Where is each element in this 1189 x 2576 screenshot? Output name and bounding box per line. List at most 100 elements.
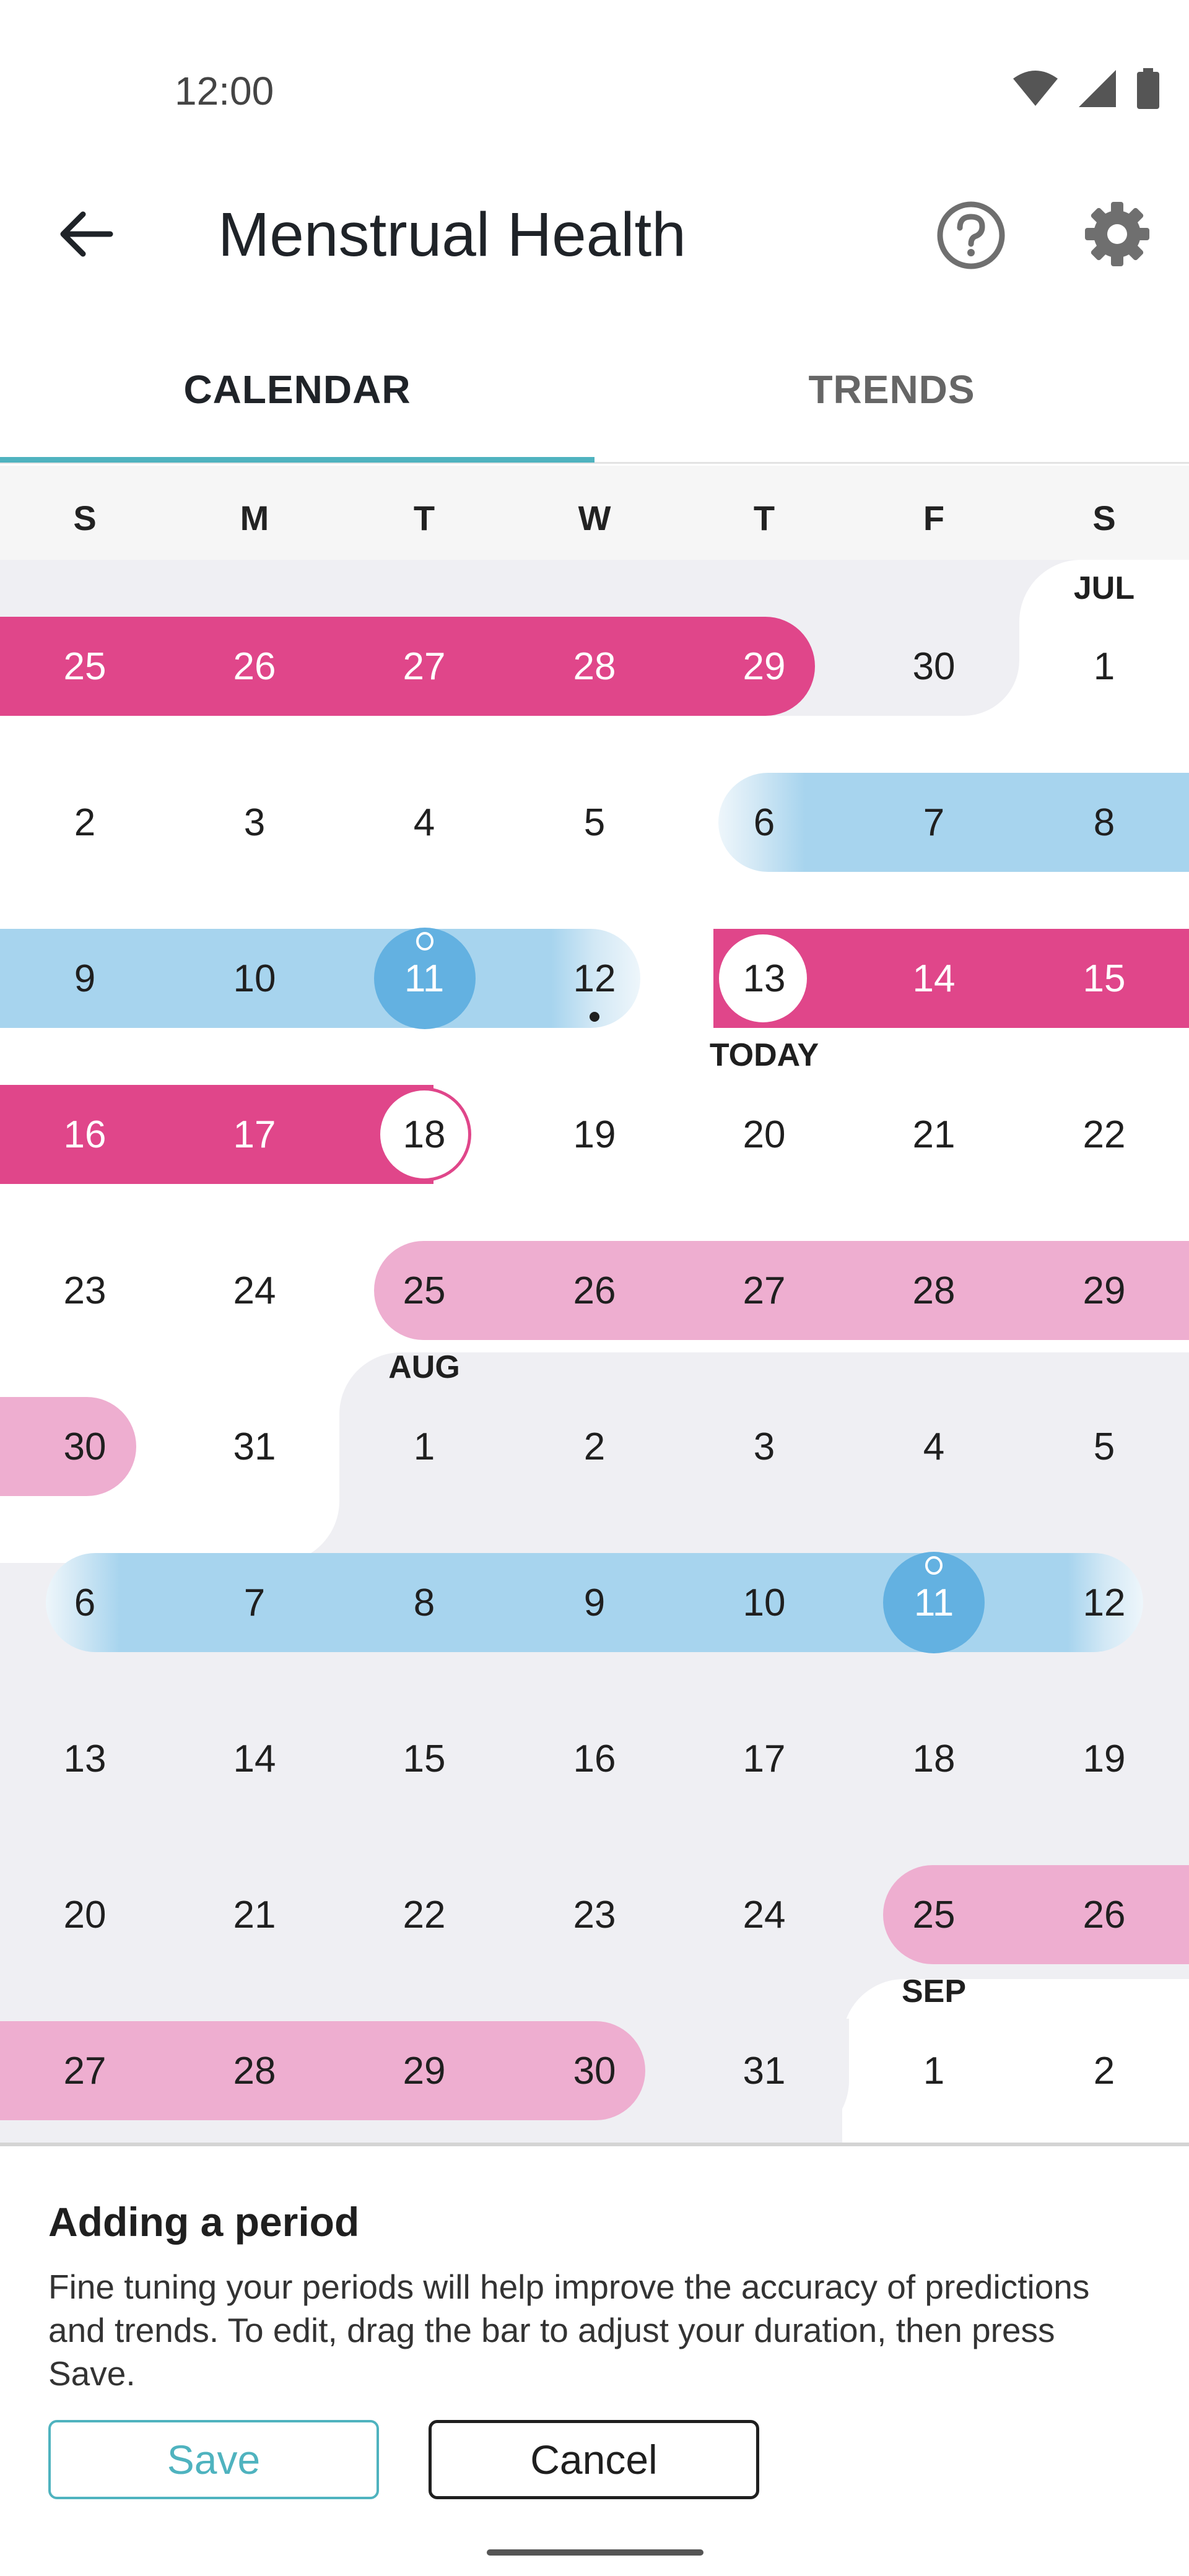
cancel-button[interactable]: Cancel <box>429 2420 759 2499</box>
day-cell[interactable]: 9 <box>0 929 170 1028</box>
day-cell[interactable]: 28 <box>510 617 679 716</box>
day-cell[interactable]: 12 <box>1019 1553 1189 1652</box>
day-cell[interactable]: 26 <box>1019 1865 1189 1964</box>
day-cell[interactable]: 4 <box>339 773 509 872</box>
day-cell[interactable]: 31 <box>170 1397 339 1496</box>
day-cell[interactable]: 13 <box>0 1709 170 1808</box>
day-cell[interactable]: 9 <box>510 1553 679 1652</box>
day-cell[interactable]: 27 <box>0 2021 170 2120</box>
day-cell[interactable]: 14 <box>849 929 1019 1028</box>
day-cell[interactable]: 30 <box>849 617 1019 716</box>
tab-indicator <box>0 457 594 463</box>
day-cell[interactable]: 22 <box>1019 1085 1189 1184</box>
month-label-jul: JUL <box>1073 570 1135 606</box>
day-cell[interactable]: 28 <box>849 1241 1019 1340</box>
day-cell[interactable]: 25 <box>0 617 170 716</box>
weekday-label: T <box>413 498 435 537</box>
today-label: TODAY <box>709 1037 819 1073</box>
tab-calendar[interactable]: CALENDAR <box>0 367 594 412</box>
home-indicator[interactable] <box>487 2549 703 2556</box>
day-cell[interactable]: 26 <box>170 617 339 716</box>
day-cell[interactable]: 1 <box>1019 617 1189 716</box>
day-cell[interactable]: 22 <box>339 1865 509 1964</box>
weekday-label: S <box>73 498 97 537</box>
day-cell[interactable]: 31 <box>679 2021 849 2120</box>
back-arrow-icon[interactable] <box>56 204 115 264</box>
wifi-icon <box>1013 71 1058 106</box>
day-cell[interactable]: 21 <box>849 1085 1019 1184</box>
day-cell[interactable]: 29 <box>1019 1241 1189 1340</box>
day-cell[interactable]: 5 <box>510 773 679 872</box>
day-cell[interactable]: 18 <box>339 1085 509 1184</box>
day-cell[interactable]: 24 <box>679 1865 849 1964</box>
weekday-label: F <box>923 498 945 537</box>
day-cell[interactable]: 4 <box>849 1397 1019 1496</box>
day-cell[interactable]: 2 <box>0 773 170 872</box>
signal-icon <box>1079 70 1116 107</box>
status-icons <box>1012 68 1161 109</box>
day-cell-today[interactable]: 13 <box>679 929 849 1028</box>
day-cell[interactable]: 27 <box>339 617 509 716</box>
day-cell[interactable]: 28 <box>170 2021 339 2120</box>
day-cell[interactable]: 14 <box>170 1709 339 1808</box>
day-cell[interactable]: 20 <box>0 1865 170 1964</box>
save-button[interactable]: Save <box>48 2420 379 2499</box>
day-cell[interactable]: 1 <box>339 1397 509 1496</box>
day-cell[interactable]: 2 <box>510 1397 679 1496</box>
calendar-grid: JUL TODAY AUG SEP 25 26 27 28 29 30 1 2 … <box>0 560 1189 2143</box>
day-cell[interactable]: 29 <box>339 2021 509 2120</box>
day-cell[interactable]: 17 <box>170 1085 339 1184</box>
day-cell[interactable]: 6 <box>679 773 849 872</box>
day-cell[interactable]: 10 <box>170 929 339 1028</box>
day-cell[interactable]: 23 <box>0 1241 170 1340</box>
weekday-label: W <box>578 498 611 537</box>
day-cell[interactable]: 24 <box>170 1241 339 1340</box>
day-cell[interactable]: 15 <box>1019 929 1189 1028</box>
day-cell[interactable]: 7 <box>849 773 1019 872</box>
day-cell[interactable]: 2 <box>1019 2021 1189 2120</box>
month-label-aug: AUG <box>388 1349 460 1385</box>
battery-icon <box>1137 68 1159 109</box>
day-cell[interactable]: 30 <box>510 2021 679 2120</box>
day-cell[interactable]: 12 <box>510 929 679 1028</box>
day-cell[interactable]: 20 <box>679 1085 849 1184</box>
month-label-sep: SEP <box>901 1973 967 2009</box>
day-cell[interactable]: 25 <box>339 1241 509 1340</box>
day-cell[interactable]: 5 <box>1019 1397 1189 1496</box>
day-cell[interactable]: 10 <box>679 1553 849 1652</box>
day-cell[interactable]: 26 <box>510 1241 679 1340</box>
weekday-label: M <box>240 498 269 537</box>
day-cell[interactable]: 23 <box>510 1865 679 1964</box>
day-cell[interactable]: 19 <box>510 1085 679 1184</box>
day-cell[interactable]: 8 <box>339 1553 509 1652</box>
day-cell[interactable]: 1 <box>849 2021 1019 2120</box>
day-cell[interactable]: 29 <box>679 617 849 716</box>
weekday-header: S M T W T F S <box>0 466 1189 560</box>
help-icon[interactable] <box>935 199 1007 271</box>
day-cell[interactable]: 19 <box>1019 1709 1189 1808</box>
panel-title: Adding a period <box>48 2199 360 2245</box>
day-cell[interactable]: 3 <box>170 773 339 872</box>
day-cell[interactable]: 7 <box>170 1553 339 1652</box>
day-cell[interactable]: 15 <box>339 1709 509 1808</box>
page-title: Menstrual Health <box>218 200 686 269</box>
day-cell[interactable]: 17 <box>679 1709 849 1808</box>
day-cell[interactable]: 3 <box>679 1397 849 1496</box>
day-cell[interactable]: 18 <box>849 1709 1019 1808</box>
day-cell[interactable]: 25 <box>849 1865 1019 1964</box>
status-time: 12:00 <box>175 69 274 113</box>
day-cell[interactable]: 11 <box>849 1553 1019 1652</box>
day-cell[interactable]: 16 <box>0 1085 170 1184</box>
tab-trends[interactable]: TRENDS <box>594 367 1189 412</box>
day-cell[interactable]: 11 <box>339 929 509 1028</box>
day-cell[interactable]: 6 <box>0 1553 170 1652</box>
day-cell[interactable]: 30 <box>0 1397 170 1496</box>
day-cell[interactable]: 21 <box>170 1865 339 1964</box>
panel-description: Fine tuning your periods will help impro… <box>48 2268 1090 2393</box>
day-cell[interactable]: 16 <box>510 1709 679 1808</box>
day-cell[interactable]: 8 <box>1019 773 1189 872</box>
weekday-label: T <box>753 498 775 537</box>
gear-icon[interactable] <box>1082 199 1152 269</box>
day-cell[interactable]: 27 <box>679 1241 849 1340</box>
weekday-label: S <box>1092 498 1116 537</box>
